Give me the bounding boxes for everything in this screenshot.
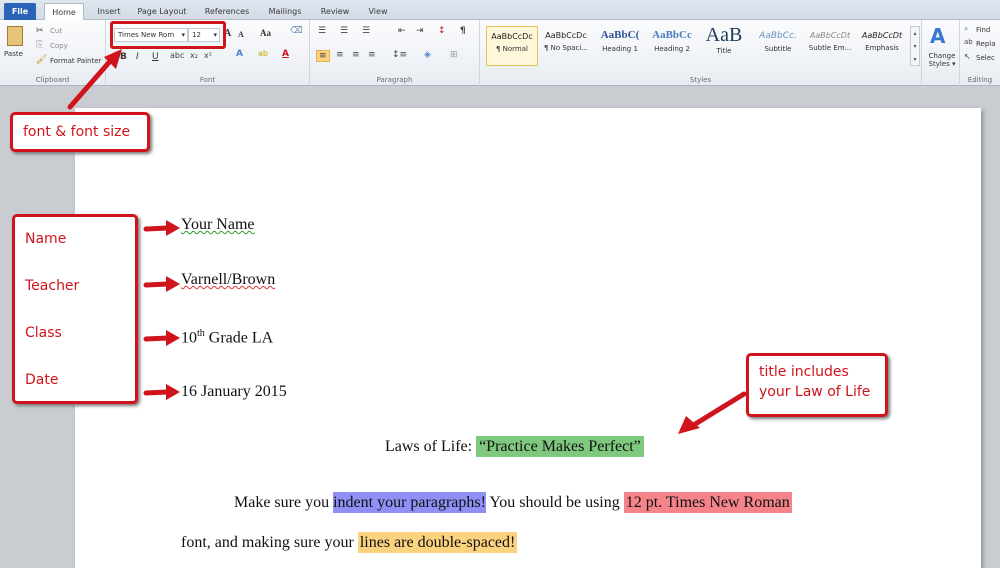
font-callout: font & font size — [10, 112, 150, 152]
multilevel-list-icon[interactable]: ☰ — [362, 26, 370, 36]
label-name: Name — [25, 231, 67, 247]
label-teacher: Teacher — [25, 278, 80, 294]
select-button[interactable]: Selec — [976, 54, 995, 62]
doc-title: Laws of Life: “Practice Makes Perfect” — [385, 436, 644, 457]
tab-view[interactable]: View — [362, 3, 394, 20]
align-right-icon[interactable]: ≡ — [352, 50, 360, 60]
change-styles-icon: A — [930, 24, 946, 48]
style-title[interactable]: AaB Title — [698, 24, 750, 66]
underline-button[interactable]: U — [152, 52, 159, 62]
strikethrough-icon[interactable]: abc — [170, 51, 184, 60]
doc-name-line: Your Name — [181, 216, 255, 233]
highlight-icon[interactable]: ab — [258, 49, 268, 58]
subscript-icon[interactable]: x₂ — [190, 51, 198, 60]
tab-home[interactable]: Home — [44, 3, 84, 20]
tab-mailings[interactable]: Mailings — [262, 3, 308, 20]
align-left-icon[interactable]: ≡ — [316, 50, 330, 62]
arrow-class-icon — [143, 330, 180, 346]
line-spacing-icon[interactable]: ↕≡ — [392, 50, 407, 60]
heading-labels-callout: Name Teacher Class Date — [12, 214, 138, 404]
paragraph-label: Paragraph — [376, 76, 413, 84]
label-class: Class — [25, 325, 62, 341]
paste-label: Paste — [4, 50, 23, 58]
tab-page-layout[interactable]: Page Layout — [134, 3, 190, 20]
style-heading-2[interactable]: AaBbCc Heading 2 — [646, 26, 698, 66]
style-emphasis[interactable]: AaBbCcDt Emphasis — [856, 26, 908, 66]
superscript-icon[interactable]: x² — [204, 51, 212, 60]
doc-date-line: 16 January 2015 — [181, 383, 287, 400]
style-no-spacing[interactable]: AaBbCcDc ¶ No Spaci... — [540, 26, 592, 66]
numbering-icon[interactable]: ☰ — [340, 26, 348, 36]
title-callout: title includes your Law of Life — [746, 353, 888, 417]
binoculars-icon: ⌕ — [964, 24, 969, 33]
font-label: Font — [199, 76, 216, 84]
find-button[interactable]: Find — [976, 26, 990, 34]
style-heading-1[interactable]: AaBbC( Heading 1 — [594, 26, 646, 66]
scissors-icon: ✂ — [36, 26, 44, 36]
style-normal[interactable]: AaBbCcDc ¶ Normal — [486, 26, 538, 66]
justify-icon[interactable]: ≡ — [368, 50, 376, 60]
doc-class-line: 10th Grade LA — [181, 328, 274, 347]
italic-button[interactable]: I — [136, 52, 139, 62]
increase-indent-icon[interactable]: ⇥ — [416, 26, 424, 36]
sort-icon[interactable]: ↕ — [438, 26, 446, 36]
title-callout-line-2: your Law of Life — [759, 384, 871, 400]
tab-insert[interactable]: Insert — [92, 3, 126, 20]
ribbon-tabs: File Home Insert Page Layout References … — [0, 0, 1000, 20]
styles-scroll[interactable]: ▴ ▾ ▾ — [910, 26, 920, 66]
styles-group: AaBbCcDc ¶ Normal AaBbCcDc ¶ No Spaci...… — [480, 20, 922, 86]
arrow-to-title-icon — [678, 391, 747, 434]
doc-teacher-line: Varnell/Brown — [181, 271, 276, 288]
arrow-to-font-icon — [67, 49, 122, 110]
text-effects-icon[interactable]: A — [236, 49, 243, 59]
align-center-icon[interactable]: ≡ — [336, 50, 344, 60]
pilcrow-icon[interactable]: ¶ — [460, 26, 466, 36]
tab-review[interactable]: Review — [316, 3, 354, 20]
tab-file[interactable]: File — [4, 3, 36, 20]
paste-button[interactable]: Paste — [4, 24, 26, 68]
select-cursor-icon: ↖ — [964, 52, 971, 61]
doc-paragraph-line-2: font, and making sure your lines are dou… — [181, 532, 518, 553]
bullets-icon[interactable]: ☰ — [318, 26, 326, 36]
shading-icon[interactable]: ◈ — [424, 50, 431, 60]
font-color-icon[interactable]: A — [282, 49, 289, 59]
label-date: Date — [25, 372, 59, 388]
cut-button[interactable]: Cut — [50, 27, 62, 35]
replace-icon: ab — [964, 38, 973, 46]
doc-paragraph-line-1: Make sure you indent your paragraphs! Yo… — [234, 492, 792, 513]
decrease-indent-icon[interactable]: ⇤ — [398, 26, 406, 36]
arrow-teacher-icon — [143, 276, 180, 292]
editing-group: ⌕ Find ab Repla ↖ Selec Editing — [960, 20, 1000, 86]
copy-icon: ⎘ — [36, 40, 44, 50]
paragraph-group: ☰ ☰ ☰ ⇤ ⇥ ↕ ¶ ≡ ≡ ≡ ≡ ↕≡ ◈ ⊞ Paragraph — [310, 20, 480, 86]
clipboard-icon — [7, 26, 23, 46]
title-callout-line-1: title includes — [759, 364, 849, 380]
tab-references[interactable]: References — [200, 3, 254, 20]
shrink-font-button[interactable]: A — [238, 30, 244, 39]
change-styles-button[interactable]: A Change Styles ▾ — [922, 20, 960, 86]
clear-formatting-icon[interactable]: ⌫ — [290, 26, 303, 36]
borders-icon[interactable]: ⊞ — [450, 50, 458, 60]
styles-label: Styles — [689, 76, 712, 84]
change-case-button[interactable]: Aa — [260, 28, 271, 38]
style-subtitle[interactable]: AaBbCc. Subtitle — [752, 26, 804, 66]
arrow-date-icon — [143, 384, 180, 400]
arrow-name-icon — [143, 220, 180, 236]
replace-button[interactable]: Repla — [976, 40, 996, 48]
brush-icon: 🖌 — [36, 55, 48, 65]
style-subtle-emphasis[interactable]: AaBbCcDt Subtle Em... — [804, 26, 856, 66]
editing-label: Editing — [967, 76, 993, 84]
